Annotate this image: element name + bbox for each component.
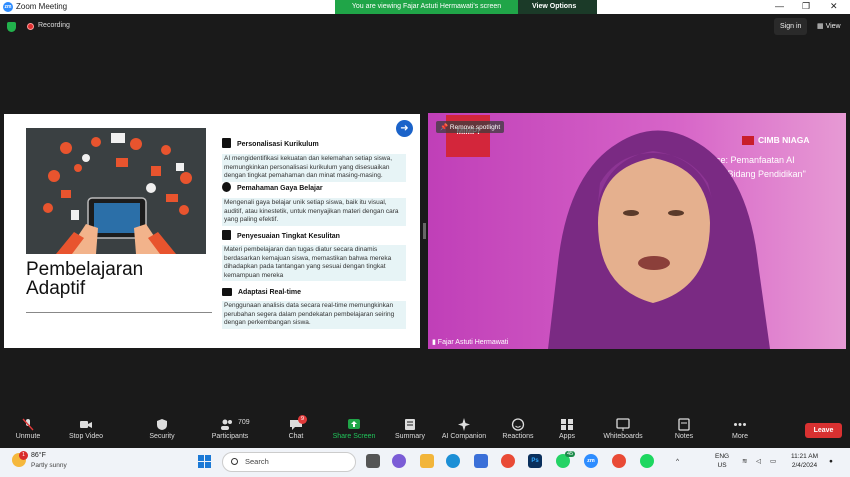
shield-icon	[157, 419, 167, 430]
whiteboard-icon	[616, 418, 630, 431]
calculator-icon	[222, 138, 231, 148]
maximize-icon[interactable]: ❐	[802, 1, 810, 12]
windows-taskbar: 1 86°F Partly sunny Search Ps 45 zm ^ EN…	[0, 448, 850, 477]
slide-title-line2: Adaptif	[26, 278, 86, 299]
recording-icon	[27, 23, 34, 30]
participant-video-tile[interactable]: MIMPI CIMB NIAGA elligence: Pemanfaatan …	[428, 113, 846, 349]
share-screen-button[interactable]: Share Screen	[332, 412, 376, 448]
notes-button[interactable]: Notes	[670, 412, 698, 448]
encryption-shield-icon[interactable]	[7, 22, 16, 32]
participant-name-tag: ▮ Fajar Astuti Hermawati	[432, 339, 509, 346]
viewing-banner: You are viewing Fajar Astuti Hermawati's…	[335, 0, 597, 24]
view-options-label: View Options	[532, 3, 577, 10]
participants-count: 709	[238, 419, 250, 426]
notification-bell-icon[interactable]: ●	[829, 457, 833, 466]
title-underline	[26, 312, 212, 313]
sign-in-button[interactable]: Sign in	[774, 18, 808, 35]
people-icon	[221, 419, 232, 430]
video-camera-icon	[80, 421, 92, 428]
pin-icon: 📌	[440, 124, 450, 131]
window-title: Zoom Meeting	[16, 2, 68, 11]
battery-icon[interactable]: ▭	[770, 457, 776, 466]
more-button[interactable]: More	[726, 412, 754, 448]
leave-button[interactable]: Leave	[805, 423, 842, 438]
meet-chat-icon[interactable]	[392, 454, 406, 468]
minimize-icon[interactable]: —	[775, 1, 784, 11]
security-button[interactable]: Security	[144, 412, 180, 448]
meeting-topbar: Recording Sign in ▦ View	[0, 14, 850, 40]
ellipsis-icon	[734, 423, 746, 426]
whiteboards-button[interactable]: Whiteboards	[600, 412, 646, 448]
view-label: View	[825, 23, 841, 30]
weather-temperature[interactable]: 86°F	[31, 452, 46, 459]
reactions-button[interactable]: Reactions	[500, 412, 536, 448]
search-icon	[231, 458, 238, 465]
sparkle-icon	[458, 418, 470, 431]
task-view-icon[interactable]	[366, 454, 380, 468]
chat-button[interactable]: 9 Chat	[284, 412, 308, 448]
search-placeholder: Search	[245, 457, 269, 466]
store-icon[interactable]	[474, 454, 488, 468]
participants-button[interactable]: 709 Participants	[206, 412, 254, 448]
apps-button[interactable]: Apps	[554, 412, 580, 448]
tray-chevron-up-icon[interactable]: ^	[676, 457, 679, 466]
apps-grid-icon	[561, 419, 573, 430]
illustration-graphic	[43, 133, 192, 254]
recording-label: Recording	[38, 22, 70, 29]
next-arrow-icon[interactable]: ➜	[396, 120, 413, 137]
taskbar-search-input[interactable]: Search	[222, 452, 356, 472]
section-heading-4: Adaptasi Real-time	[222, 288, 301, 296]
spotify-icon[interactable]	[640, 454, 654, 468]
chat-badge: 9	[298, 415, 307, 424]
photoshop-icon[interactable]: Ps	[528, 454, 542, 468]
adaptive-learning-illustration	[26, 128, 206, 254]
section-heading-1: Personalisasi Kurikulum	[222, 138, 319, 148]
stop-video-button[interactable]: Stop Video	[66, 412, 106, 448]
clock[interactable]: 11:21 AM 2/4/2024	[791, 452, 818, 470]
zoom-logo-icon: zm	[3, 2, 13, 12]
shared-screen-slide: Pembelajaran Adaptif ➜ Personalisasi Kur…	[4, 114, 420, 348]
share-arrow-icon	[348, 419, 360, 429]
zoom-app-icon[interactable]: zm	[584, 454, 598, 468]
panel-resize-handle[interactable]	[423, 223, 426, 239]
section-body-4: Penggunaan analisis data secara real-tim…	[222, 301, 406, 329]
wifi-icon[interactable]: ≋	[742, 457, 747, 466]
view-button[interactable]: ▦ View	[812, 18, 846, 35]
windows-start-icon[interactable]	[198, 455, 211, 468]
smiley-icon	[511, 418, 525, 431]
section-body-1: AI mengidentifikasi kekuatan dan kelemah…	[222, 154, 406, 182]
grid-icon: ▦	[817, 23, 826, 30]
volume-icon[interactable]: ◁	[756, 457, 761, 466]
chrome-icon[interactable]	[501, 454, 515, 468]
summary-icon	[405, 419, 415, 430]
participant-figure	[548, 130, 770, 349]
notes-icon	[678, 418, 690, 431]
muted-mic-icon	[22, 418, 34, 431]
whatsapp-badge: 45	[565, 451, 576, 457]
clock-icon	[222, 182, 231, 192]
viewing-message: You are viewing Fajar Astuti Hermawati's…	[351, 3, 502, 10]
view-options-button[interactable]: View Options ⌄	[518, 0, 597, 24]
edge-browser-icon[interactable]	[446, 454, 460, 468]
close-icon[interactable]: ✕	[830, 1, 838, 12]
section-body-3: Materi pembelajaran dan tugas diatur sec…	[222, 245, 406, 281]
chrome-profile-icon[interactable]	[612, 454, 626, 468]
bar-chart-icon	[222, 288, 232, 296]
slide-title-line1: Pembelajaran	[26, 259, 144, 280]
slide-title: Pembelajaran Adaptif	[26, 260, 143, 298]
language-indicator[interactable]: ENG US	[715, 452, 729, 470]
file-explorer-icon[interactable]	[420, 454, 434, 468]
summary-button[interactable]: Summary	[392, 412, 428, 448]
weather-badge: 1	[19, 451, 28, 460]
remove-spotlight-button[interactable]: 📌 Remove spotlight	[436, 121, 505, 133]
ai-companion-button[interactable]: AI Companion	[438, 412, 490, 448]
meeting-toolbar: Unmute Stop Video Security 709 Participa…	[0, 412, 850, 448]
unmute-button[interactable]: Unmute	[10, 412, 46, 448]
weather-description[interactable]: Partly sunny	[31, 462, 67, 469]
section-body-2: Mengenali gaya belajar unik setiap siswa…	[222, 198, 406, 226]
section-heading-2: Pemahaman Gaya Belajar	[222, 182, 323, 192]
section-heading-3: Penyesuaian Tingkat Kesulitan	[222, 230, 340, 240]
document-icon	[222, 230, 231, 240]
